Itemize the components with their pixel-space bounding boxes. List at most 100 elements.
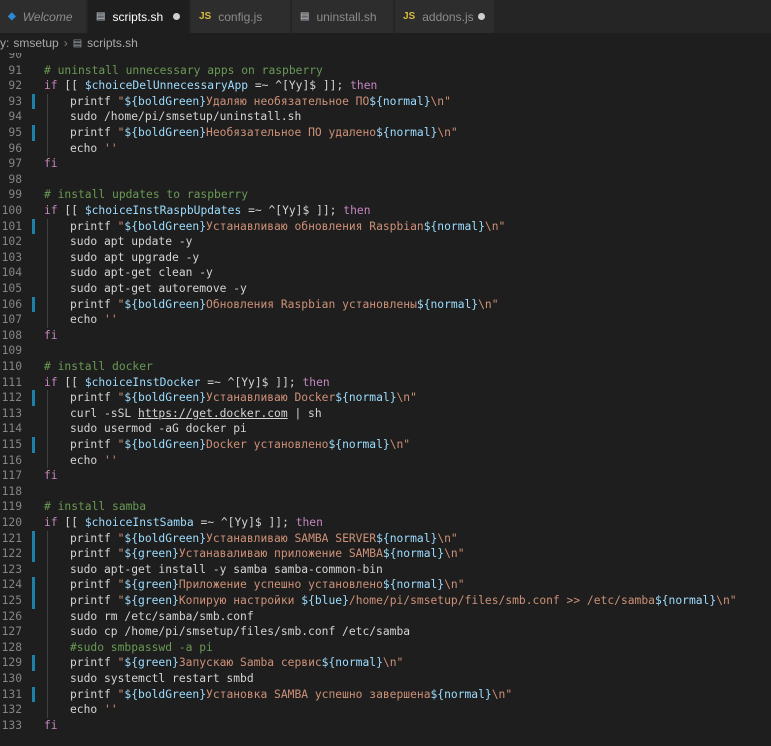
indent-guide: [47, 249, 48, 266]
code-text: fi: [44, 718, 58, 734]
code-token: ${normal}: [335, 391, 397, 405]
code-line[interactable]: 96 echo '': [0, 140, 771, 157]
indent-guide: [47, 437, 48, 453]
modified-line-marker[interactable]: [32, 593, 35, 609]
code-line[interactable]: 122 printf "${green}Устанаваливаю приложе…: [0, 546, 771, 562]
indent-guide: [47, 639, 48, 656]
code-token[interactable]: https://get.docker.com: [138, 407, 288, 420]
code-line[interactable]: 121 printf "${boldGreen}Устанавливаю SAMB…: [0, 530, 771, 547]
code-line[interactable]: 124 printf "${green}Приложение успешно ус…: [0, 577, 771, 593]
line-number: 91: [8, 63, 22, 77]
code-line[interactable]: 130 sudo systemctl restart smbd: [0, 671, 771, 687]
code-line[interactable]: 104 sudo apt-get clean -y: [0, 265, 771, 281]
code-line[interactable]: 111 if [[ $choiceInstDocker =~ ^[Yy]$ ]];…: [0, 375, 771, 391]
tab-uninstall-sh[interactable]: ▤ uninstall.sh: [292, 0, 394, 33]
tab-welcome[interactable]: ◆ Welcome: [0, 0, 87, 33]
code-line[interactable]: 131 printf "${boldGreen}Установка SAMBA у…: [0, 686, 771, 703]
tab-scripts-sh[interactable]: ▤ scripts.sh: [88, 0, 190, 33]
tab-addons-js[interactable]: JS addons.js: [395, 0, 495, 33]
code-line[interactable]: 103 sudo apt upgrade -y: [0, 249, 771, 266]
code-line[interactable]: 125 printf "${green}Копирую настройки ${b…: [0, 593, 771, 609]
code-line[interactable]: 107 echo '': [0, 312, 771, 328]
code-text: #sudo smbpasswd -a pi: [70, 640, 213, 656]
code-line[interactable]: 113 curl -sSL https://get.docker.com | sh: [0, 405, 771, 422]
modified-line-marker[interactable]: [32, 390, 35, 406]
modified-line-marker[interactable]: [32, 125, 35, 141]
code-token: '': [104, 313, 118, 327]
line-number: 103: [1, 250, 22, 264]
code-line[interactable]: 108 fi: [0, 328, 771, 344]
modified-line-marker[interactable]: [32, 296, 35, 313]
code-line[interactable]: 133 fi: [0, 718, 771, 734]
tab-label: uninstall.sh: [316, 9, 377, 24]
code-line[interactable]: 99 # install updates to raspberry: [0, 187, 771, 203]
chevron-right-icon: ›: [63, 36, 68, 50]
modified-line-marker[interactable]: [32, 437, 35, 453]
line-number: 128: [1, 640, 22, 654]
code-line[interactable]: 117 fi: [0, 468, 771, 484]
code-line[interactable]: 93 printf "${boldGreen}Удаляю необязатель…: [0, 93, 771, 110]
line-number: 93: [8, 94, 22, 108]
shell-file-icon: ▤: [72, 37, 83, 49]
code-line[interactable]: 118: [0, 484, 771, 500]
breadcrumb-item[interactable]: smsetup: [13, 36, 58, 50]
code-line[interactable]: 97 fi: [0, 156, 771, 172]
line-number: 102: [1, 235, 22, 249]
code-line[interactable]: 112 printf "${boldGreen}Устанавливаю Dock…: [0, 390, 771, 406]
line-number: 117: [1, 469, 22, 483]
unsaved-dot-icon[interactable]: [173, 13, 180, 20]
breadcrumb-item[interactable]: scripts.sh: [87, 36, 138, 50]
code-line[interactable]: 101 printf "${boldGreen}Устанавливаю обно…: [0, 218, 771, 235]
modified-line-marker[interactable]: [32, 655, 35, 671]
modified-line-marker[interactable]: [32, 93, 35, 110]
code-line[interactable]: 129 printf "${green}Запускаю Samba сервис…: [0, 655, 771, 671]
code-line[interactable]: 128 #sudo smbpasswd -a pi: [0, 639, 771, 656]
code-token: ${normal}: [328, 438, 390, 451]
code-line[interactable]: 109: [0, 343, 771, 359]
code-token: \n": [484, 219, 506, 233]
code-line[interactable]: 106 printf "${boldGreen}Обновления Raspbi…: [0, 296, 771, 313]
code-line[interactable]: 95 printf "${boldGreen}Необязательное ПО …: [0, 125, 771, 141]
code-line[interactable]: 116 echo '': [0, 452, 771, 469]
code-line[interactable]: 92 if [[ $choiceDelUnnecessaryApp =~ ^[Yy…: [0, 78, 771, 94]
code-token: fi: [44, 157, 58, 171]
code-token: | sh: [287, 406, 322, 420]
code-line[interactable]: 127 sudo cp /home/pi/smsetup/files/smb.co…: [0, 624, 771, 640]
code-line[interactable]: 94 sudo /home/pi/smsetup/uninstall.sh: [0, 109, 771, 125]
code-text: sudo cp /home/pi/smsetup/files/smb.conf …: [70, 624, 410, 640]
code-line[interactable]: 114 sudo usermod -aG docker pi: [0, 421, 771, 437]
unsaved-dot-icon[interactable]: [478, 13, 485, 20]
code-line[interactable]: 120 if [[ $choiceInstSamba =~ ^[Yy]$ ]]; …: [0, 515, 771, 531]
indent-guide: [47, 265, 48, 281]
line-number: 111: [1, 375, 22, 389]
code-line[interactable]: 110 # install docker: [0, 359, 771, 375]
code-line[interactable]: 100 if [[ $choiceInstRaspbUpdates =~ ^[Yy…: [0, 203, 771, 219]
code-line[interactable]: 115 printf "${boldGreen}Docker установлен…: [0, 437, 771, 453]
code-line[interactable]: 90: [0, 53, 771, 63]
code-line[interactable]: 126 sudo rm /etc/samba/smb.conf: [0, 608, 771, 625]
code-token: Установка SAMBA успешно завершена: [206, 687, 431, 701]
code-line[interactable]: 119 # install samba: [0, 499, 771, 515]
modified-line-marker[interactable]: [32, 686, 35, 703]
code-token: ${blue}: [301, 594, 349, 607]
modified-line-marker[interactable]: [32, 530, 35, 547]
code-editor[interactable]: 90 91 # uninstall unnecessary apps on rasp…: [0, 53, 771, 746]
code-line[interactable]: 102 sudo apt update -y: [0, 234, 771, 250]
code-text: printf "${boldGreen}Обновления Raspbian …: [70, 297, 499, 313]
code-token: then: [295, 516, 323, 529]
line-number: 123: [1, 562, 22, 576]
code-line[interactable]: 105 sudo apt-get autoremove -y: [0, 281, 771, 297]
code-line[interactable]: 132 echo '': [0, 702, 771, 718]
modified-line-marker[interactable]: [32, 577, 35, 593]
line-number: 116: [1, 453, 22, 467]
code-line[interactable]: 123 sudo apt-get install -y samba samba-c…: [0, 561, 771, 578]
code-token: # uninstall unnecessary apps on raspberr…: [44, 63, 323, 77]
modified-line-marker[interactable]: [32, 546, 35, 562]
breadcrumb-item[interactable]: y:: [0, 36, 9, 50]
code-token: sudo apt upgrade -y: [70, 250, 200, 264]
code-line[interactable]: 91 # uninstall unnecessary apps on raspbe…: [0, 63, 771, 79]
modified-line-marker[interactable]: [32, 218, 35, 235]
code-token: if: [44, 204, 58, 217]
tab-config-js[interactable]: JS config.js: [191, 0, 291, 33]
code-line[interactable]: 98: [0, 172, 771, 188]
